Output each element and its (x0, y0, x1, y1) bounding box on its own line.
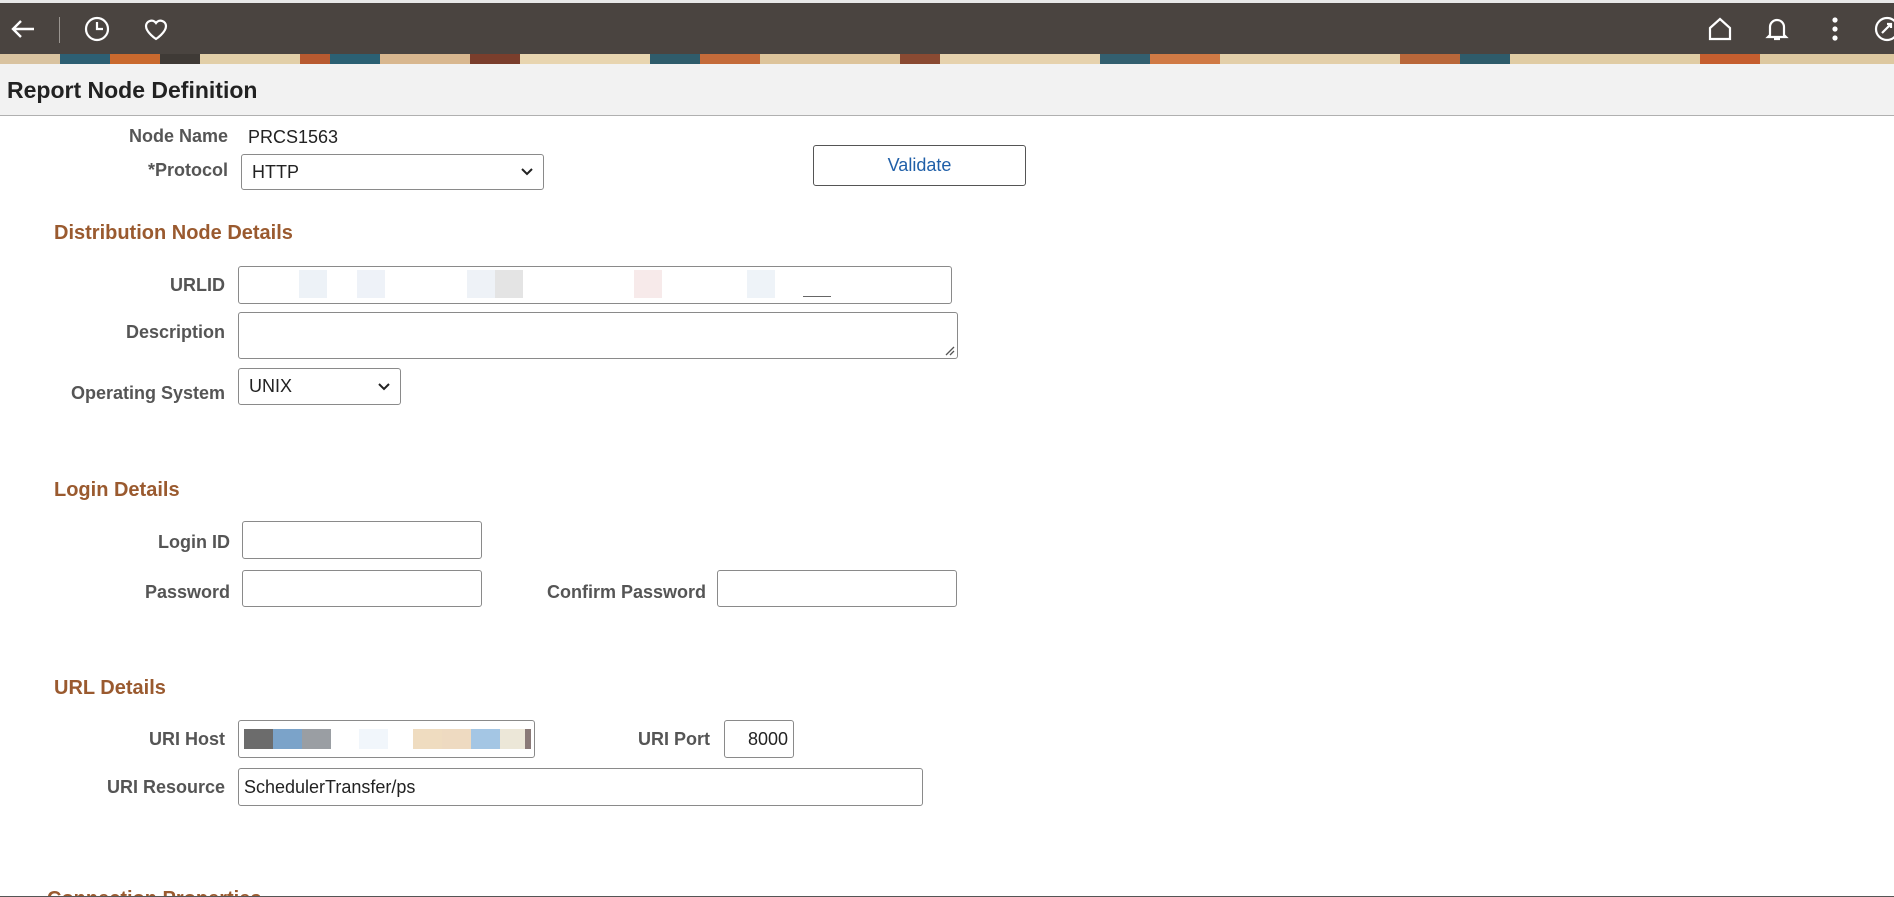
redacted-block (357, 270, 385, 298)
urlid-input[interactable] (238, 266, 952, 304)
notifications-bell-icon[interactable] (1762, 14, 1792, 44)
protocol-select[interactable]: HTTP (241, 154, 544, 190)
redacted-block (495, 270, 523, 298)
password-label: Password (144, 582, 230, 602)
redacted-block (525, 729, 531, 749)
validate-button[interactable]: Validate (813, 145, 1026, 186)
resize-handle-icon[interactable] (943, 344, 955, 356)
uri-port-value: 8000 (747, 728, 788, 749)
login-id-input[interactable] (242, 521, 482, 559)
favorites-heart-icon[interactable] (141, 14, 171, 44)
operating-system-label: Operating System (70, 383, 225, 403)
redacted-block (413, 729, 442, 749)
connection-section-title: Connection Properties (47, 888, 261, 896)
operating-system-value: UNIX (249, 376, 293, 396)
redacted-block (273, 729, 302, 749)
redacted-block (467, 270, 495, 298)
login-id-label: Login ID (158, 532, 230, 552)
redacted-block (634, 270, 662, 298)
protocol-label: *Protocol (147, 160, 228, 180)
top-navigation-bar (0, 0, 1894, 54)
page-title-bar: Report Node Definition (0, 64, 1894, 116)
chevron-down-icon (378, 382, 390, 390)
chevron-down-icon (521, 168, 533, 176)
uri-port-label: URI Port (638, 729, 710, 749)
redacted-block (747, 270, 775, 298)
urlid-label: URLID (170, 275, 225, 295)
connection-section-clip: Connection Properties (0, 880, 1894, 896)
redacted-block (442, 729, 471, 749)
redacted-block (302, 729, 331, 749)
navbar-icon[interactable] (1872, 14, 1894, 44)
redacted-block (244, 729, 273, 749)
login-section-title: Login Details (54, 479, 180, 501)
uri-resource-input[interactable]: SchedulerTransfer/ps (238, 768, 923, 806)
page-title: Report Node Definition (7, 77, 258, 103)
password-input[interactable] (242, 570, 482, 607)
uri-host-input[interactable] (238, 720, 535, 758)
node-name-value: PRCS1563 (248, 127, 339, 147)
url-section-title: URL Details (54, 677, 166, 699)
uri-port-input[interactable]: 8000 (724, 720, 794, 758)
confirm-password-input[interactable] (717, 570, 957, 607)
decorative-banner (0, 54, 1894, 64)
toolbar-divider (59, 17, 60, 43)
protocol-select-value: HTTP (252, 161, 299, 182)
actions-menu-icon[interactable] (1820, 14, 1850, 44)
uri-host-label: URI Host (149, 729, 225, 749)
redacted-block (471, 729, 500, 749)
back-arrow-icon[interactable] (8, 14, 38, 44)
distribution-section-title: Distribution Node Details (54, 222, 293, 244)
confirm-password-label: Confirm Password (546, 582, 706, 602)
home-icon[interactable] (1705, 14, 1735, 44)
redacted-block (359, 729, 388, 749)
uri-resource-value: SchedulerTransfer/ps (244, 776, 416, 797)
redacted-block (299, 270, 327, 298)
node-name-label: Node Name (128, 126, 228, 146)
redacted-underline (803, 296, 831, 297)
redacted-block (500, 729, 527, 749)
operating-system-select[interactable]: UNIX (238, 368, 401, 405)
description-textarea[interactable] (238, 312, 958, 359)
description-label: Description (125, 322, 225, 342)
uri-resource-label: URI Resource (106, 777, 225, 797)
recent-history-icon[interactable] (82, 14, 112, 44)
